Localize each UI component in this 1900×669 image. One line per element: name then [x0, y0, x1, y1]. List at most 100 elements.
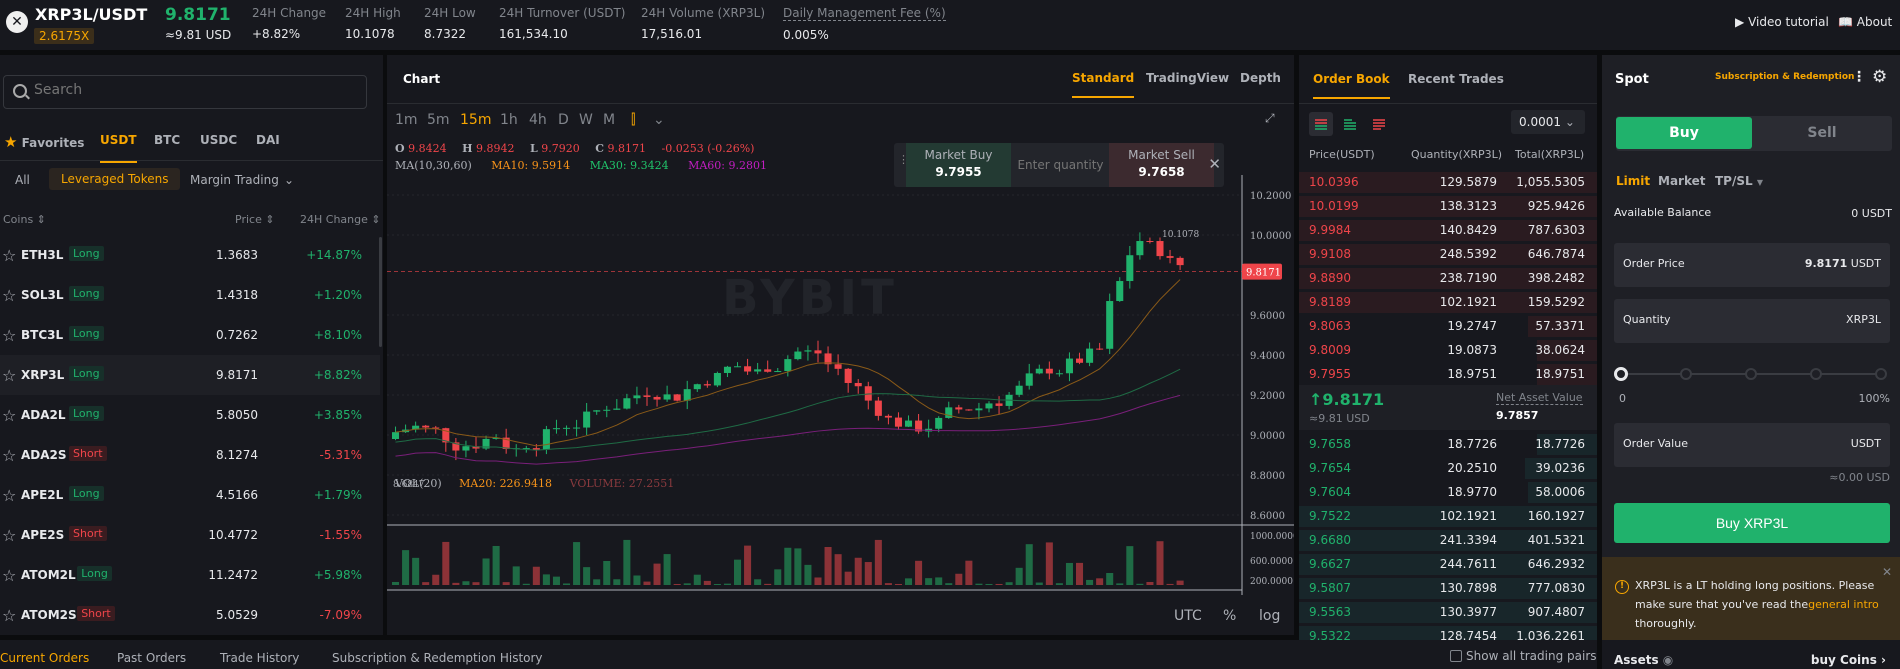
order-type-tpsl[interactable]: TP/SL ▼ — [1715, 174, 1763, 188]
nav-label[interactable]: Net Asset Value — [1496, 391, 1583, 405]
bid-row[interactable]: 9.7658 18.7726 18.7726 — [1299, 433, 1597, 455]
assets-label[interactable]: Assets ◉ — [1614, 653, 1673, 667]
tab-usdt[interactable]: USDT — [100, 133, 137, 163]
slider-handle[interactable] — [1614, 367, 1628, 381]
ask-row[interactable]: 10.0199 138.3123 925.9426 — [1299, 195, 1597, 217]
star-outline-icon[interactable]: ☆ — [2, 606, 16, 625]
filter-all[interactable]: All — [15, 173, 30, 187]
order-price-field[interactable]: Order Price 9.8171 USDT — [1614, 243, 1890, 287]
chevron-down-icon[interactable]: ⌄ — [284, 173, 294, 187]
tab-usdc[interactable]: USDC — [200, 133, 237, 147]
filter-margin-trading[interactable]: Margin Trading — [190, 173, 279, 187]
tab-current-orders[interactable]: Current Orders — [0, 651, 89, 665]
tab-favorites[interactable]: ★ Favorites — [4, 133, 84, 151]
coin-row[interactable]: ☆ APE2S Short 10.4772 -1.55% — [0, 515, 380, 555]
bid-row[interactable]: 9.6680 241.3394 401.5321 — [1299, 529, 1597, 551]
coin-row[interactable]: ☆ ADA2S Short 8.1274 -5.31% — [0, 435, 380, 475]
slider-step-50[interactable] — [1745, 368, 1757, 380]
subscription-link[interactable]: Subscription & Redemption — [1715, 72, 1854, 82]
about-link[interactable]: 📖 About — [1838, 15, 1892, 29]
col-24h-change[interactable]: 24H Change ⇕ — [300, 213, 381, 226]
ask-row[interactable]: 9.9984 140.8429 787.6303 — [1299, 219, 1597, 241]
order-price-value[interactable]: 9.8171 USDT — [1805, 257, 1881, 270]
coin-row[interactable]: ☆ SOL3L Long 1.4318 +1.20% — [0, 275, 380, 315]
interval-m[interactable]: M — [603, 112, 615, 128]
ask-row[interactable]: 9.9108 248.5392 646.7874 — [1299, 243, 1597, 265]
tab-tradingview[interactable]: TradingView — [1146, 71, 1229, 85]
market-sell-button[interactable]: Market Sell 9.7658 — [1109, 143, 1214, 187]
interval-1m[interactable]: 1m — [395, 112, 418, 128]
drag-handle-icon[interactable]: ⋮⋮ — [898, 154, 920, 165]
star-outline-icon[interactable]: ☆ — [2, 526, 16, 545]
show-all-pairs-checkbox[interactable]: Show all trading pairs — [1450, 649, 1597, 663]
coin-row[interactable]: ☆ ATOM2L Long 11.2472 +5.98% — [0, 555, 380, 595]
view-bids-icon[interactable] — [1338, 112, 1362, 136]
tab-recent-trades[interactable]: Recent Trades — [1408, 72, 1504, 86]
star-outline-icon[interactable]: ☆ — [2, 446, 16, 465]
tab-order-book[interactable]: Order Book — [1313, 72, 1390, 99]
ask-row[interactable]: 9.7955 18.9751 18.9751 — [1299, 363, 1597, 385]
video-tutorial-link[interactable]: ▶ Video tutorial — [1735, 15, 1829, 29]
interval-1h[interactable]: 1h — [500, 112, 518, 128]
col-price[interactable]: Price ⇕ — [235, 213, 275, 226]
stat-label[interactable]: Daily Management Fee (%) — [783, 6, 946, 21]
chevron-down-icon[interactable]: ⌄ — [653, 112, 665, 128]
buy-coins-link[interactable]: buy Coins › — [1811, 653, 1886, 667]
bid-row[interactable]: 9.6627 244.7611 646.2932 — [1299, 553, 1597, 575]
close-icon[interactable]: ✕ — [1882, 565, 1892, 579]
scrollbar[interactable] — [379, 237, 382, 347]
star-outline-icon[interactable]: ☆ — [2, 326, 16, 345]
ask-row[interactable]: 9.8063 19.2747 57.3371 — [1299, 315, 1597, 337]
order-type-market[interactable]: Market — [1658, 174, 1706, 188]
interval-15m[interactable]: 15m — [460, 112, 491, 128]
stat-management-fee[interactable]: Daily Management Fee (%) 0.005% — [783, 6, 946, 42]
close-icon[interactable]: ✕ — [1208, 155, 1221, 173]
ask-row[interactable]: 9.8890 238.7190 398.2482 — [1299, 267, 1597, 289]
quantity-field[interactable]: Quantity XRP3L — [1614, 299, 1890, 343]
col-coins[interactable]: Coins ⇕ — [3, 213, 46, 226]
tab-btc[interactable]: BTC — [154, 133, 180, 147]
star-outline-icon[interactable]: ☆ — [2, 486, 16, 505]
general-intro-link[interactable]: general intro — [1808, 598, 1879, 611]
tab-past-orders[interactable]: Past Orders — [117, 651, 186, 665]
buy-submit-button[interactable]: Buy XRP3L — [1614, 503, 1890, 543]
bid-row[interactable]: 9.5563 130.3977 907.4807 — [1299, 601, 1597, 623]
fullscreen-icon[interactable]: ⤢ — [1265, 111, 1275, 126]
percent-option[interactable]: % — [1223, 608, 1236, 624]
bid-row[interactable]: 9.7522 102.1921 160.1927 — [1299, 505, 1597, 527]
gear-icon[interactable]: ⚙ — [1872, 67, 1887, 87]
bid-row[interactable]: 9.7604 18.9770 58.0006 — [1299, 481, 1597, 503]
bid-row[interactable]: 9.7654 20.2510 39.0236 — [1299, 457, 1597, 479]
tab-standard[interactable]: Standard — [1072, 71, 1135, 98]
log-option[interactable]: log — [1259, 608, 1280, 624]
tab-dai[interactable]: DAI — [256, 133, 280, 147]
interval-w[interactable]: W — [579, 112, 593, 128]
coin-row[interactable]: ☆ ADA2L Long 5.8050 +3.85% — [0, 395, 380, 435]
ask-row[interactable]: 9.8009 19.0873 38.0624 — [1299, 339, 1597, 361]
star-outline-icon[interactable]: ☆ — [2, 246, 16, 265]
coin-row[interactable]: ☆ XRP3L Long 9.8171 +8.82% — [0, 355, 380, 395]
quantity-input[interactable] — [1012, 143, 1109, 187]
sell-tab[interactable]: Sell — [1752, 116, 1892, 151]
checkbox[interactable] — [1450, 650, 1462, 662]
filter-leveraged-tokens[interactable]: Leveraged Tokens — [49, 168, 181, 190]
star-outline-icon[interactable]: ☆ — [2, 286, 16, 305]
amount-slider[interactable] — [1614, 367, 1887, 381]
star-outline-icon[interactable]: ☆ — [2, 566, 16, 585]
ask-row[interactable]: 9.8189 102.1921 159.5292 — [1299, 291, 1597, 313]
pair-title[interactable]: XRP3L/USDT — [35, 5, 147, 24]
interval-5m[interactable]: 5m — [427, 112, 450, 128]
interval-d[interactable]: D — [558, 112, 569, 128]
star-outline-icon[interactable]: ☆ — [2, 366, 16, 385]
eye-icon[interactable]: ◉ — [1663, 653, 1673, 667]
precision-select[interactable]: 0.0001 ⌄ — [1511, 110, 1585, 134]
tab-depth[interactable]: Depth — [1240, 71, 1281, 85]
search-input[interactable] — [34, 82, 334, 98]
bid-row[interactable]: 9.5807 130.7898 777.0830 — [1299, 577, 1597, 599]
coin-row[interactable]: ☆ BTC3L Long 0.7262 +8.10% — [0, 315, 380, 355]
market-buy-button[interactable]: Market Buy 9.7955 — [906, 143, 1011, 187]
candlestick-type-icon[interactable]: ⫿ — [631, 112, 635, 128]
slider-step-100[interactable] — [1875, 368, 1887, 380]
view-asks-icon[interactable] — [1367, 112, 1391, 136]
slider-step-25[interactable] — [1680, 368, 1692, 380]
